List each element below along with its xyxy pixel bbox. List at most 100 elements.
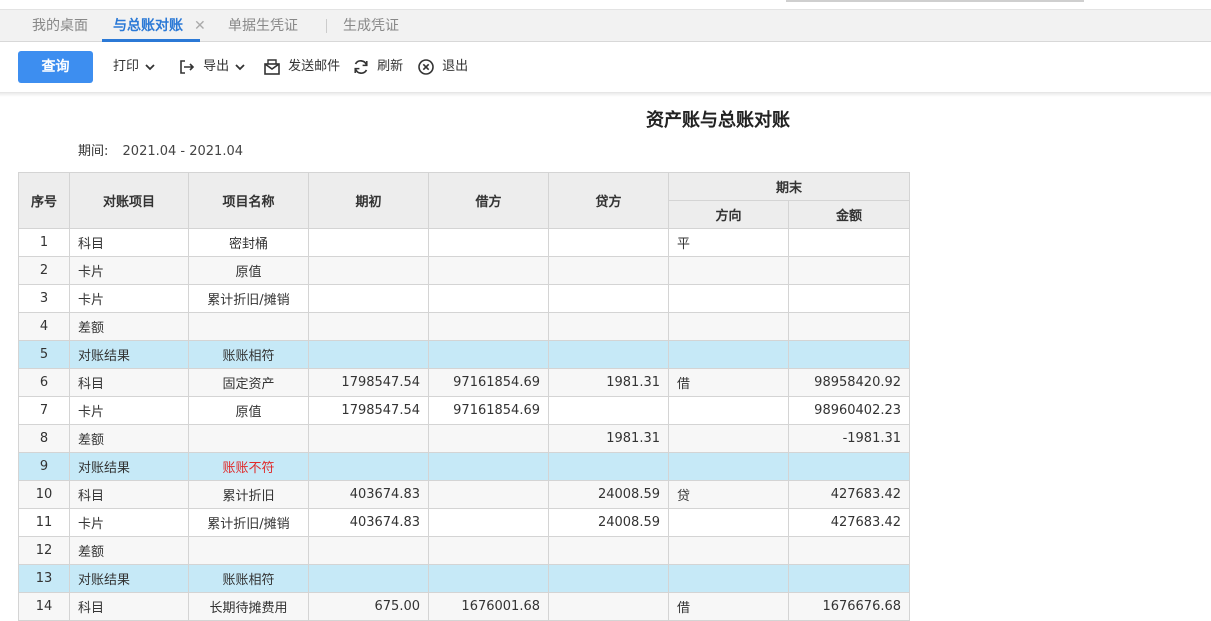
cell-item: 对账结果 [69, 340, 189, 369]
cell-opening [308, 312, 429, 341]
cell-opening: 403674.83 [308, 508, 429, 537]
report-title: 资产账与总账对账 [646, 110, 790, 131]
cell-item: 卡片 [69, 508, 189, 537]
cell-name[interactable]: 密封桶 [188, 228, 309, 257]
table-row: 7 卡片 原值 1798547.54 97161854.69 98960402.23 [18, 396, 911, 425]
chevron-down-icon [235, 63, 245, 70]
cell-direction: 借 [668, 592, 789, 621]
cell-name[interactable]: 固定资产 [188, 368, 309, 397]
table-row: 12 差额 [18, 536, 911, 565]
cell-opening [308, 424, 429, 453]
cell-no: 11 [18, 508, 70, 537]
export-button[interactable]: 导出 [178, 57, 245, 77]
cell-opening [308, 256, 429, 285]
header-ending: 期末 [667, 172, 911, 201]
table-row: 5 对账结果 账账相符 [18, 340, 911, 369]
cell-credit [548, 312, 669, 341]
cell-opening: 403674.83 [308, 480, 429, 509]
cell-credit: 1981.31 [548, 424, 669, 453]
cell-name[interactable]: 累计折旧 [188, 480, 309, 509]
toolbar-shadow [0, 93, 1211, 97]
cell-name[interactable]: 原值 [188, 256, 309, 285]
cell-item: 差额 [69, 312, 189, 341]
cell-item: 科目 [69, 228, 189, 257]
table-row: 3 卡片 累计折旧/摊销 [18, 284, 911, 313]
cell-name: 账账相符 [188, 340, 309, 369]
tab-ledger-reconcile[interactable]: 与总账对账 [102, 10, 200, 42]
send-email-label: 发送邮件 [288, 59, 341, 74]
cell-debit [428, 424, 549, 453]
cell-debit [428, 312, 549, 341]
exit-button[interactable]: 退出 [417, 57, 468, 77]
table-row: 11 卡片 累计折旧/摊销 403674.83 24008.59 427683.42 [18, 508, 911, 537]
print-button[interactable]: 打印 [113, 57, 155, 77]
cell-debit: 97161854.69 [428, 396, 549, 425]
cell-name: 账账不符 [188, 452, 309, 481]
cell-no: 13 [18, 564, 70, 593]
cell-name: 账账相符 [188, 564, 309, 593]
header-no: 序号 [18, 172, 70, 229]
cell-credit [548, 228, 669, 257]
cell-direction [668, 452, 789, 481]
tab-my-desktop[interactable]: 我的桌面 [32, 10, 88, 41]
cell-credit: 24008.59 [548, 480, 669, 509]
cell-direction [668, 396, 789, 425]
top-strip [0, 0, 1211, 10]
exit-label: 退出 [442, 59, 469, 74]
tab-close-icon[interactable]: ✕ [194, 10, 206, 41]
cell-no: 6 [18, 368, 70, 397]
header-amount: 金额 [787, 200, 911, 229]
cell-direction [668, 508, 789, 537]
tab-separator [326, 19, 327, 33]
header-item: 对账项目 [69, 172, 189, 229]
cell-amount [787, 312, 911, 341]
cell-amount [787, 340, 911, 369]
cell-credit [548, 396, 669, 425]
cell-direction [668, 424, 789, 453]
cell-debit [428, 480, 549, 509]
cell-no: 3 [18, 284, 70, 313]
cell-no: 5 [18, 340, 70, 369]
table-body: 1 科目 密封桶平 2 卡片 原值 3 卡片 累计折旧/摊销 4 差额 5 对账结果 账账相符 6 科目 固定资… [18, 228, 911, 621]
cell-debit [428, 452, 549, 481]
table-row: 6 科目 固定资产 1798547.54 97161854.69 1981.31 借 9895… [18, 368, 911, 397]
cell-amount [787, 564, 911, 593]
tab-document-voucher[interactable]: 单据生凭证 [228, 10, 298, 41]
cell-credit [548, 536, 669, 565]
cell-credit [548, 452, 669, 481]
cell-debit [428, 228, 549, 257]
cell-opening: 675.00 [308, 592, 429, 621]
cell-debit: 1676001.68 [428, 592, 549, 621]
cell-opening [308, 452, 429, 481]
export-label: 导出 [203, 59, 230, 74]
toolbar: 查询 打印 导出 发送邮件 刷新 退出 [0, 42, 1211, 93]
cell-credit [548, 256, 669, 285]
cell-credit [548, 284, 669, 313]
cell-debit [428, 564, 549, 593]
period-line: 期间: 2021.04 - 2021.04 [78, 140, 243, 159]
send-email-button[interactable]: 发送邮件 [263, 57, 340, 77]
cell-direction: 贷 [668, 480, 789, 509]
refresh-button[interactable]: 刷新 [352, 57, 403, 77]
cell-credit [548, 340, 669, 369]
cell-opening [308, 564, 429, 593]
cell-name[interactable]: 累计折旧/摊销 [188, 284, 309, 313]
cell-debit [428, 284, 549, 313]
cell-item: 对账结果 [69, 564, 189, 593]
table-row: 10 科目 累计折旧 403674.83 24008.59 贷 427683.42 [18, 480, 911, 509]
cell-name[interactable]: 长期待摊费用 [188, 592, 309, 621]
tab-generate-voucher[interactable]: 生成凭证 [343, 10, 399, 41]
header-direction: 方向 [668, 200, 789, 229]
cell-no: 1 [18, 228, 70, 257]
period-value: 2021.04 - 2021.04 [122, 144, 244, 159]
cell-direction: 借 [668, 368, 789, 397]
cell-item: 科目 [69, 480, 189, 509]
query-button[interactable]: 查询 [18, 51, 93, 83]
cell-no: 9 [18, 452, 70, 481]
cell-name[interactable]: 原值 [188, 396, 309, 425]
cell-name[interactable]: 累计折旧/摊销 [188, 508, 309, 537]
table-row: 1 科目 密封桶 平 [18, 228, 911, 257]
cell-direction [668, 564, 789, 593]
cell-credit [548, 592, 669, 621]
header-debit: 借方 [428, 172, 549, 229]
